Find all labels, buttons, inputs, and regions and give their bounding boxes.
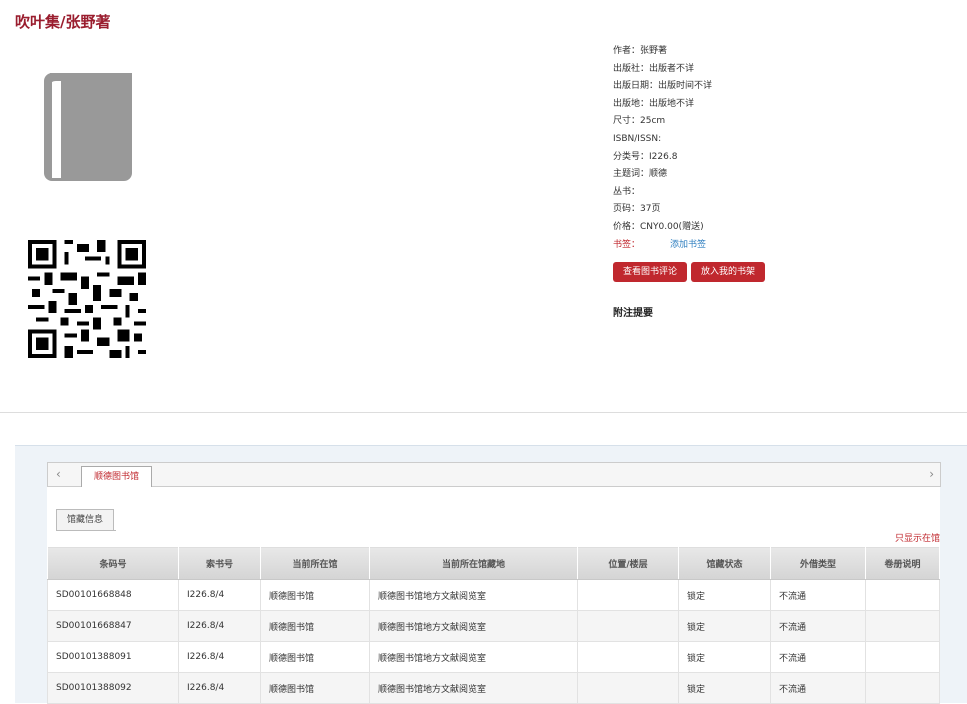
view-reviews-button[interactable]: 查看图书评论	[613, 262, 688, 282]
price-text: 价格：CNY0.00(赠送)	[613, 221, 704, 232]
loan-type-cell: 不流通	[770, 641, 866, 673]
series-text: 丛书：	[613, 186, 641, 197]
action-buttons: 查看图书评论 放入我的书架	[613, 259, 769, 282]
table-row: SD00101668847 I226.8/4 顺德图书馆 顺德图书馆地方文献阅览…	[47, 610, 940, 642]
floor-cell	[577, 672, 679, 704]
status-cell: 锁定	[678, 672, 771, 704]
floor-cell	[577, 641, 679, 673]
book-metadata: 作者：张野著 出版社：出版者不详 出版日期：出版时间不详 出版地：出版地不详 尺…	[613, 43, 712, 254]
bookmark-label: 书签：	[613, 239, 641, 250]
location-cell: 顺德图书馆地方文献阅览室	[369, 641, 578, 673]
pages-text: 页码：37页	[613, 204, 661, 215]
subtab-underline	[56, 530, 116, 531]
volume-note-cell	[865, 672, 940, 704]
only-in-library-link[interactable]: 只显示在馆	[895, 531, 940, 544]
col-call-number: 索书号	[178, 546, 261, 580]
isbn-text: ISBN/ISSN:	[613, 133, 662, 144]
holdings-content: 馆藏信息 只显示在馆 条码号 索书号 当前所在馆 当前所在馆藏地 位置/楼层 馆…	[47, 487, 940, 704]
col-status: 馆藏状态	[678, 546, 771, 580]
status-cell: 锁定	[678, 610, 771, 642]
loan-type-cell: 不流通	[770, 579, 866, 611]
class-no-text: 分类号：I226.8	[613, 151, 678, 162]
qr-code-icon	[28, 240, 146, 358]
col-barcode: 条码号	[47, 546, 179, 580]
location-cell: 顺德图书馆地方文献阅览室	[369, 579, 578, 611]
table-header-row: 条码号 索书号 当前所在馆 当前所在馆藏地 位置/楼层 馆藏状态 外借类型 卷册…	[47, 546, 940, 580]
holdings-table: 条码号 索书号 当前所在馆 当前所在馆藏地 位置/楼层 馆藏状态 外借类型 卷册…	[47, 546, 940, 704]
book-cover-icon	[44, 73, 132, 181]
publisher-text: 出版社：出版者不详	[613, 63, 695, 74]
barcode-cell: SD00101388092	[47, 672, 179, 704]
table-row: SD00101388091 I226.8/4 顺德图书馆 顺德图书馆地方文献阅览…	[47, 641, 940, 673]
call-number-cell: I226.8/4	[178, 641, 261, 673]
volume-note-cell	[865, 579, 940, 611]
subject-text: 主题词：顺德	[613, 169, 668, 180]
col-current-library: 当前所在馆	[260, 546, 370, 580]
col-loan-type: 外借类型	[770, 546, 866, 580]
notes-heading: 附注提要	[613, 308, 653, 319]
library-cell: 顺德图书馆	[260, 672, 370, 704]
add-to-shelf-button[interactable]: 放入我的书架	[691, 262, 766, 282]
chevron-right-icon[interactable]: ›	[929, 467, 934, 481]
author-text: 作者：张野著	[613, 46, 668, 56]
table-row: SD00101668848 I226.8/4 顺德图书馆 顺德图书馆地方文献阅览…	[47, 579, 940, 611]
chevron-left-icon[interactable]: ‹	[56, 467, 61, 481]
location-cell: 顺德图书馆地方文献阅览室	[369, 610, 578, 642]
status-cell: 锁定	[678, 641, 771, 673]
library-cell: 顺德图书馆	[260, 610, 370, 642]
barcode-cell: SD00101388091	[47, 641, 179, 673]
tab-shunde-library[interactable]: 顺德图书馆	[81, 466, 153, 487]
status-cell: 锁定	[678, 579, 771, 611]
barcode-cell: SD00101668847	[47, 610, 179, 642]
size-text: 尺寸：25cm	[613, 116, 666, 127]
col-volume-note: 卷册说明	[865, 546, 940, 580]
volume-note-cell	[865, 610, 940, 642]
library-cell: 顺德图书馆	[260, 579, 370, 611]
barcode-cell: SD00101668848	[47, 579, 179, 611]
col-current-location: 当前所在馆藏地	[369, 546, 578, 580]
bookmark-row: 书签： 添加书签	[613, 237, 712, 255]
tab-holdings-info[interactable]: 馆藏信息	[56, 509, 115, 530]
floor-cell	[577, 610, 679, 642]
table-row: SD00101388092 I226.8/4 顺德图书馆 顺德图书馆地方文献阅览…	[47, 672, 940, 704]
section-divider	[0, 412, 967, 413]
library-cell: 顺德图书馆	[260, 641, 370, 673]
call-number-cell: I226.8/4	[178, 579, 261, 611]
add-bookmark-link[interactable]: 添加书签	[670, 240, 706, 250]
pub-place-text: 出版地：出版地不详	[613, 98, 695, 109]
book-title: 吹叶集/张野著	[15, 13, 111, 31]
loan-type-cell: 不流通	[770, 672, 866, 704]
location-cell: 顺德图书馆地方文献阅览室	[369, 672, 578, 704]
col-floor: 位置/楼层	[577, 546, 679, 580]
call-number-cell: I226.8/4	[178, 610, 261, 642]
volume-note-cell	[865, 641, 940, 673]
pub-date-text: 出版日期：出版时间不详	[613, 81, 713, 92]
loan-type-cell: 不流通	[770, 610, 866, 642]
library-tab-bar: ‹ 顺德图书馆 ›	[47, 462, 941, 487]
floor-cell	[577, 579, 679, 611]
call-number-cell: I226.8/4	[178, 672, 261, 704]
